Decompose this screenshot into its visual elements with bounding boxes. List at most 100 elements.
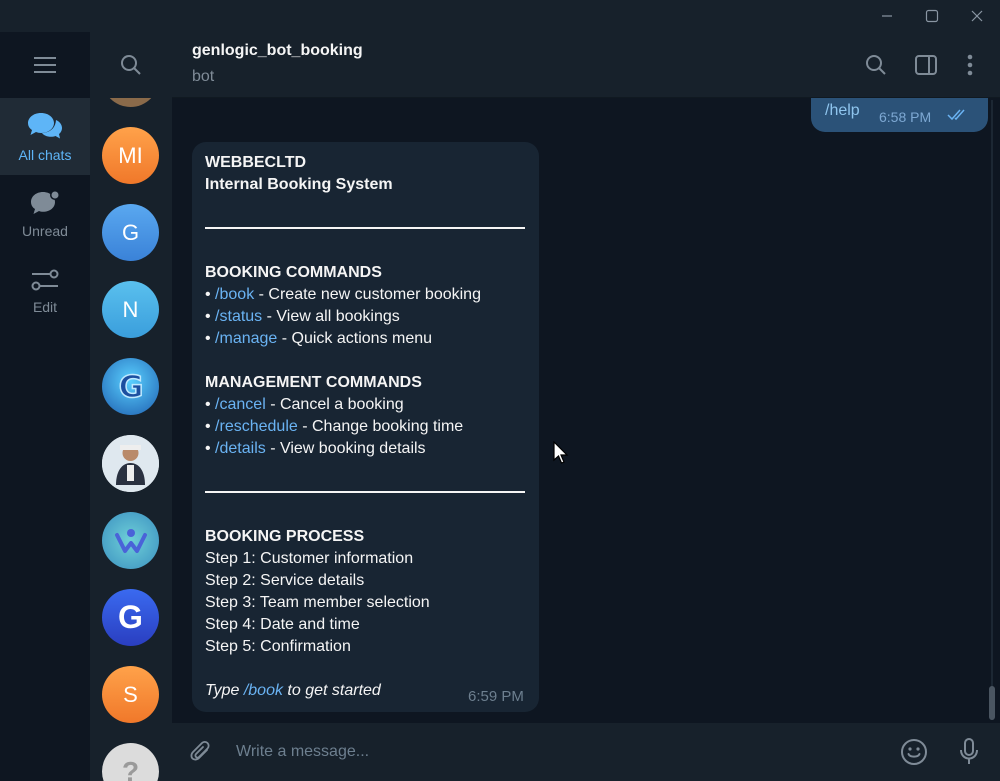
attach-button[interactable] [186, 737, 216, 767]
scrollbar[interactable] [989, 100, 995, 720]
chat-header[interactable]: genlogic_bot_booking bot [172, 32, 1000, 98]
chat-avatar[interactable]: ? [102, 743, 159, 781]
command-description: - Create new customer booking [254, 286, 481, 303]
chats-icon [28, 112, 62, 138]
command-line: • /manage - Quick actions menu [205, 330, 433, 347]
command-line: • /cancel - Cancel a booking [205, 396, 404, 413]
step-line: Step 2: Service details [205, 572, 365, 589]
g-logo-icon: G [117, 369, 143, 406]
chat-avatar[interactable]: N [102, 281, 159, 338]
message-time: 6:59 PM [468, 688, 524, 705]
command-description: - Quick actions menu [277, 330, 433, 347]
avatar-initials: G [121, 219, 140, 245]
message-line: Internal Booking System [205, 176, 393, 193]
avatar-initials: MI [118, 142, 143, 168]
search-in-chat-button[interactable] [861, 50, 891, 80]
divider [205, 491, 525, 493]
double-check-icon [947, 109, 965, 121]
folder-all-chats[interactable]: All chats [0, 98, 90, 175]
logo-figure-icon [114, 528, 147, 553]
folder-label: Unread [22, 222, 68, 239]
maximize-icon [925, 9, 939, 23]
chat-avatar[interactable]: G [102, 358, 159, 415]
step-line: Step 3: Team member selection [205, 594, 430, 611]
command-link[interactable]: /book [244, 682, 283, 699]
section-heading: BOOKING PROCESS [205, 528, 365, 545]
command-line: • /status - View all bookings [205, 308, 400, 325]
incoming-message[interactable]: WEBBECLTD Internal Booking System BOOKIN… [192, 142, 539, 712]
command-link[interactable]: /status [215, 308, 262, 325]
chat-avatar[interactable] [102, 512, 159, 569]
step-line: Step 4: Date and time [205, 616, 360, 633]
command-line: • /details - View booking details [205, 440, 426, 457]
outgoing-message[interactable]: /help 6:58 PM [811, 98, 988, 132]
message-list[interactable]: /help 6:58 PM WEBBECLTD Internal Booking… [172, 98, 1000, 723]
minimize-icon [882, 15, 892, 17]
divider [205, 227, 525, 229]
folder-label: Edit [32, 298, 58, 315]
mouse-cursor-icon [553, 441, 569, 464]
avatar-initials: S [123, 681, 138, 707]
chat-avatar[interactable]: MI [102, 127, 159, 184]
person-photo-icon [102, 435, 159, 492]
chat-status: bot [192, 68, 215, 85]
smiley-icon [901, 739, 927, 765]
command-link[interactable]: /manage [215, 330, 277, 347]
command-link[interactable]: /cancel [215, 396, 266, 413]
command-description: - Change booking time [297, 418, 464, 435]
telegram-window: All chats Unread Edit MI G N G G S ? gen… [0, 0, 1000, 781]
close-icon [971, 10, 983, 22]
folder-edit[interactable]: Edit [0, 252, 90, 329]
search-icon [866, 55, 886, 75]
svg-text:G: G [118, 370, 143, 405]
avatar-initials: ? [121, 755, 140, 781]
command-link[interactable]: /details [215, 440, 266, 457]
sidebar-panel-icon [915, 55, 937, 75]
section-heading: BOOKING COMMANDS [205, 264, 382, 281]
step-line: Step 5: Confirmation [205, 638, 351, 655]
footer-line: Type /book to get started [205, 682, 381, 699]
command-line: • /book - Create new customer booking [205, 286, 481, 303]
chat-avatar[interactable]: G [102, 204, 159, 261]
command-line: • /reschedule - Change booking time [205, 418, 464, 435]
message-input[interactable] [234, 737, 874, 767]
folder-label: All chats [18, 146, 72, 163]
maximize-button[interactable] [909, 0, 955, 32]
chat-list-collapsed: MI G N G G S ? [90, 32, 172, 781]
chat-avatar[interactable]: G [102, 589, 159, 646]
voice-record-button[interactable] [954, 737, 984, 767]
message-time: 6:58 PM [879, 109, 932, 125]
hamburger-menu-icon [34, 57, 56, 73]
scrollbar-thumb[interactable] [989, 686, 995, 720]
more-vertical-icon [967, 54, 973, 76]
command-description: - View all bookings [262, 308, 400, 325]
minimize-button[interactable] [864, 0, 910, 32]
step-line: Step 1: Customer information [205, 550, 414, 567]
avatar-initials: N [122, 296, 139, 322]
search-chats-button[interactable] [90, 32, 172, 98]
folder-unread[interactable]: Unread [0, 175, 90, 252]
close-window-button[interactable] [954, 0, 1000, 32]
command-description: - Cancel a booking [265, 396, 404, 413]
message-text: /help [825, 102, 860, 119]
chat-avatar[interactable] [102, 435, 159, 492]
section-heading: MANAGEMENT COMMANDS [205, 374, 422, 391]
more-options-button[interactable] [955, 50, 985, 80]
command-link[interactable]: /reschedule [215, 418, 298, 435]
avatar-initials: G [118, 599, 143, 635]
toggle-sidebar-button[interactable] [911, 50, 941, 80]
command-link[interactable]: /book [215, 286, 254, 303]
paperclip-icon [190, 740, 210, 761]
unread-chat-icon [31, 189, 60, 214]
folder-sidebar: All chats Unread Edit [0, 32, 90, 781]
title-bar [0, 0, 1000, 32]
chat-avatar[interactable]: S [102, 666, 159, 723]
chat-title[interactable]: genlogic_bot_booking [192, 42, 363, 60]
message-composer [172, 723, 1000, 781]
message-line: WEBBECLTD [205, 154, 307, 171]
edit-sliders-icon [31, 269, 59, 290]
command-description: - View booking details [265, 440, 426, 457]
microphone-icon [960, 738, 978, 764]
main-menu-button[interactable] [0, 32, 90, 98]
emoji-button[interactable] [899, 737, 929, 767]
